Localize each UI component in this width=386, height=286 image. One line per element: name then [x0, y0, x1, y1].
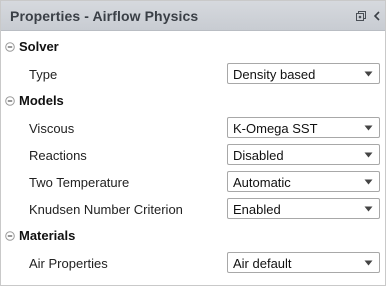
chevron-down-icon	[364, 125, 373, 131]
type-dropdown[interactable]: Density based	[227, 63, 380, 84]
section-title-models: Models	[19, 93, 64, 108]
chevron-down-icon	[364, 179, 373, 185]
panel-titlebar: Properties - Airflow Physics	[1, 1, 385, 31]
collapse-icon[interactable]	[5, 42, 15, 52]
chevron-down-icon	[364, 152, 373, 158]
collapse-icon[interactable]	[5, 231, 15, 241]
air-properties-dropdown[interactable]: Air default	[227, 252, 380, 273]
label-reactions: Reactions	[29, 148, 87, 163]
knudsen-dropdown[interactable]: Enabled	[227, 198, 380, 219]
chevron-down-icon	[364, 206, 373, 212]
chevron-left-icon[interactable]	[371, 10, 383, 22]
label-type: Type	[29, 67, 58, 82]
two-temperature-dropdown-value: Automatic	[233, 175, 291, 190]
restore-window-icon[interactable]	[355, 10, 367, 22]
reactions-dropdown-value: Disabled	[233, 148, 284, 163]
knudsen-dropdown-value: Enabled	[233, 202, 281, 217]
section-solver[interactable]: Solver	[1, 37, 385, 57]
label-air-properties: Air Properties	[29, 256, 108, 271]
collapse-icon[interactable]	[5, 96, 15, 106]
label-knudsen-number-criterion: Knudsen Number Criterion	[29, 202, 183, 217]
properties-panel: Properties - Airflow Physics Solver Type…	[0, 0, 386, 286]
section-title-materials: Materials	[19, 228, 76, 243]
viscous-dropdown[interactable]: K-Omega SST	[227, 117, 380, 138]
section-materials[interactable]: Materials	[1, 226, 385, 246]
section-title-solver: Solver	[19, 39, 59, 54]
two-temperature-dropdown[interactable]: Automatic	[227, 171, 380, 192]
label-two-temperature: Two Temperature	[29, 175, 130, 190]
air-properties-dropdown-value: Air default	[233, 256, 292, 271]
label-viscous: Viscous	[29, 121, 75, 136]
chevron-down-icon	[364, 71, 373, 77]
panel-title: Properties - Airflow Physics	[10, 8, 199, 24]
section-models[interactable]: Models	[1, 91, 385, 111]
viscous-dropdown-value: K-Omega SST	[233, 121, 318, 136]
chevron-down-icon	[364, 260, 373, 266]
type-dropdown-value: Density based	[233, 67, 316, 82]
reactions-dropdown[interactable]: Disabled	[227, 144, 380, 165]
